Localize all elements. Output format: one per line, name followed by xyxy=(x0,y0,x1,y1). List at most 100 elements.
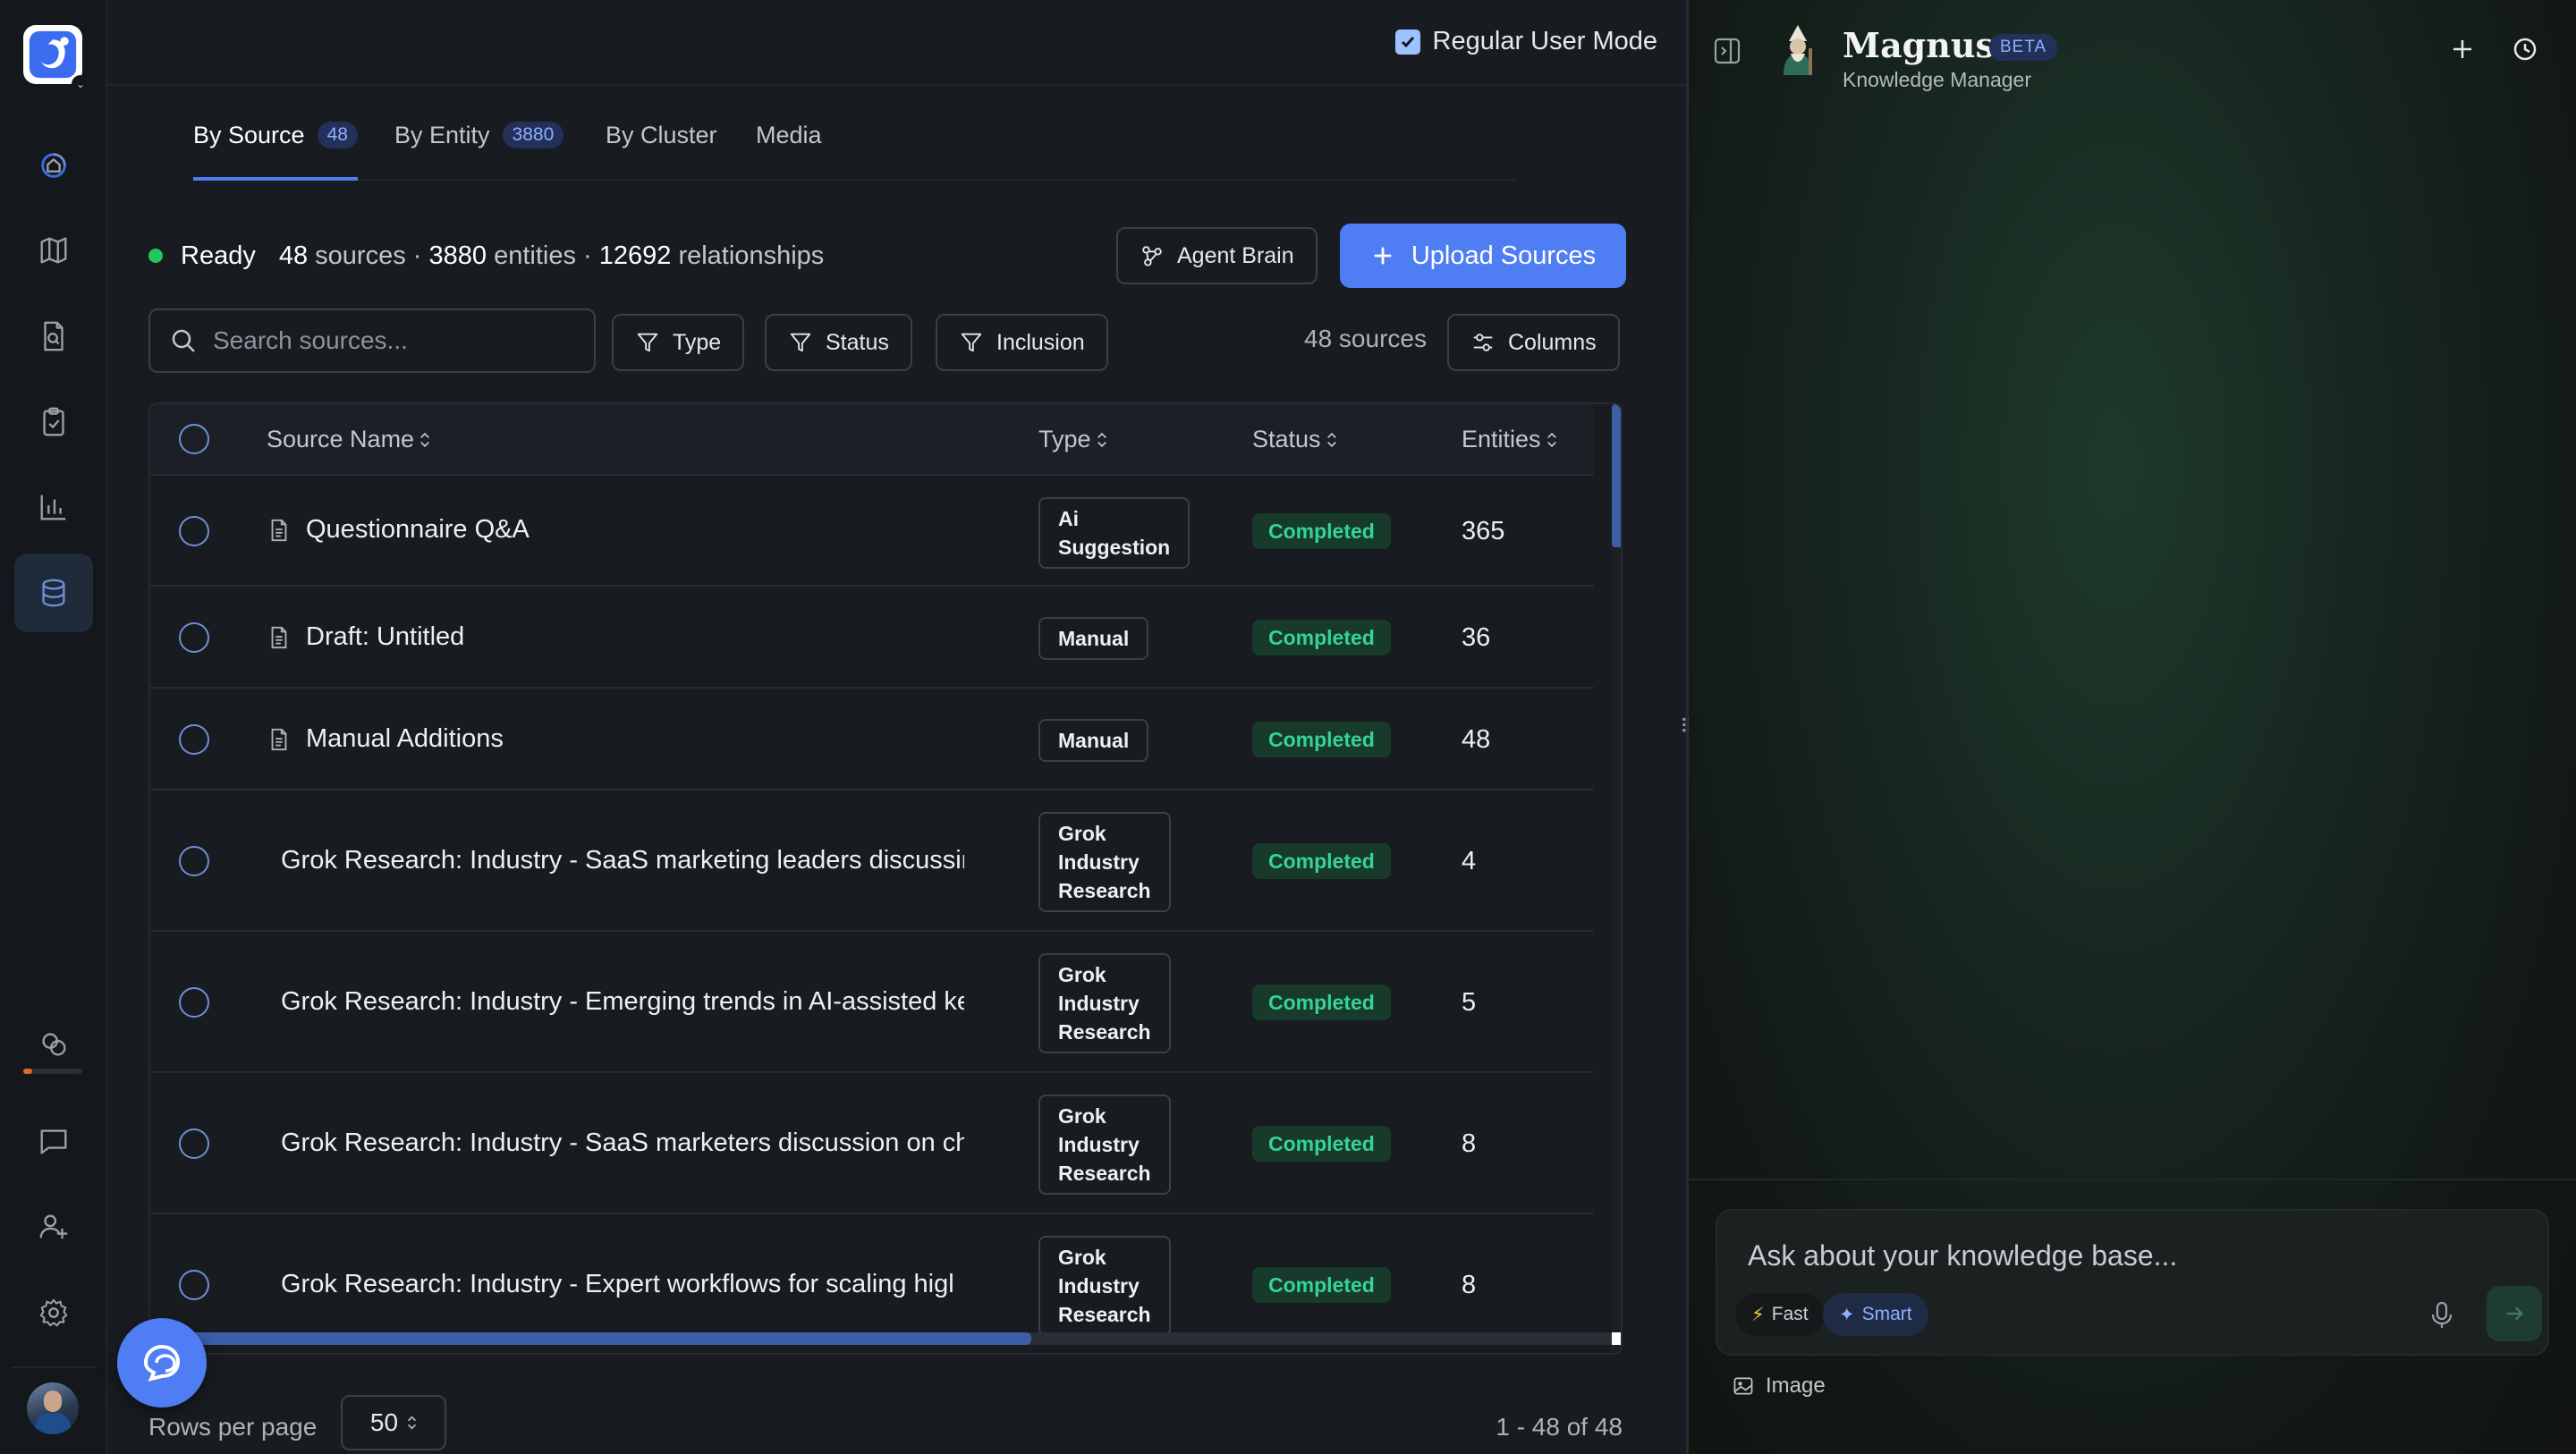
column-status[interactable]: Status xyxy=(1252,426,1337,453)
image-icon xyxy=(1733,1377,1753,1395)
row-select-radio[interactable] xyxy=(179,622,209,653)
database-icon xyxy=(42,579,65,607)
nav-messages[interactable] xyxy=(14,1102,93,1180)
source-name[interactable]: Grok Research: Industry - SaaS marketing… xyxy=(281,846,964,875)
columns-button[interactable]: Columns xyxy=(1447,314,1620,371)
select-all-radio[interactable] xyxy=(179,424,209,454)
nav-invite-user[interactable] xyxy=(14,1188,93,1266)
vertical-scrollbar[interactable] xyxy=(1612,404,1621,1353)
message-icon xyxy=(40,1129,67,1154)
column-label: Status xyxy=(1252,426,1321,452)
left-rail: ⌄ xyxy=(0,0,107,1454)
workspace-chevron-icon[interactable]: ⌄ xyxy=(72,75,89,93)
source-name[interactable]: Grok Research: Industry - Emerging trend… xyxy=(281,987,964,1017)
entity-count: 48 xyxy=(1462,725,1491,754)
type-chip: Manual xyxy=(1038,617,1149,660)
source-name[interactable]: Manual Additions xyxy=(267,724,1107,754)
status-badge: Completed xyxy=(1252,843,1391,879)
inclusion-filter-label: Inclusion xyxy=(996,329,1085,355)
microphone-button[interactable] xyxy=(2426,1298,2458,1331)
table-row[interactable]: Grok Research: Industry - SaaS marketing… xyxy=(150,790,1594,932)
type-chip: Grok Industry Research xyxy=(1038,953,1171,1053)
tab-count-badge: 3880 xyxy=(502,122,564,148)
upload-sources-button[interactable]: Upload Sources xyxy=(1340,224,1626,288)
assistant-panel: Magnus BETA Knowledge Manager Ask about … xyxy=(1689,0,2576,1454)
type-filter-label: Type xyxy=(673,329,722,355)
source-name[interactable]: Draft: Untitled xyxy=(267,622,1107,652)
history-button[interactable] xyxy=(2512,36,2538,67)
column-type[interactable]: Type xyxy=(1038,426,1107,453)
type-chip: Grok Industry Research xyxy=(1038,1095,1171,1195)
search-placeholder: Search sources... xyxy=(213,326,408,354)
entity-count: 8 xyxy=(1462,1129,1477,1158)
nav-map[interactable] xyxy=(14,211,93,290)
checkbox-checked-icon[interactable] xyxy=(1394,29,1420,55)
row-select-radio[interactable] xyxy=(179,1270,209,1300)
row-select-radio[interactable] xyxy=(179,987,209,1018)
column-source-name[interactable]: Source Name xyxy=(267,426,430,453)
user-avatar[interactable] xyxy=(27,1382,79,1434)
source-name[interactable]: Grok Research: Industry - Expert workflo… xyxy=(281,1270,964,1299)
tab-by-source[interactable]: By Source 48 xyxy=(193,122,358,181)
row-select-radio[interactable] xyxy=(179,1129,209,1159)
inclusion-filter-button[interactable]: Inclusion xyxy=(936,314,1108,371)
sources-label: sources · xyxy=(315,241,422,270)
row-select-radio[interactable] xyxy=(179,516,209,546)
assistant-subtitle: Knowledge Manager xyxy=(1843,68,2031,91)
rows-per-page-select[interactable]: 50 xyxy=(341,1395,446,1450)
filter-icon xyxy=(637,333,658,352)
nav-documents[interactable] xyxy=(14,297,93,376)
nav-tasks[interactable] xyxy=(14,383,93,461)
app-logo[interactable] xyxy=(23,25,82,84)
pagination: Rows per page 50 1 - 48 of 48 xyxy=(148,1395,1623,1454)
type-filter-button[interactable]: Type xyxy=(612,314,745,371)
horizontal-scrollbar[interactable] xyxy=(150,1332,1612,1345)
document-icon xyxy=(271,519,287,541)
send-button[interactable] xyxy=(2487,1286,2542,1341)
status-filter-button[interactable]: Status xyxy=(765,314,912,371)
sort-icon xyxy=(1326,432,1336,447)
table-row[interactable]: Questionnaire Q&A Ai Suggestion Complete… xyxy=(150,476,1594,587)
column-entities[interactable]: Entities xyxy=(1462,426,1557,453)
type-chip: Ai Suggestion xyxy=(1038,497,1191,569)
table-row[interactable]: Grok Research: Industry - SaaS marketers… xyxy=(150,1073,1594,1214)
chat-composer[interactable]: Ask about your knowledge base... ⚡ Fast … xyxy=(1716,1209,2549,1356)
entity-count: 5 xyxy=(1462,988,1477,1017)
row-select-radio[interactable] xyxy=(179,724,209,755)
status-badge: Completed xyxy=(1252,985,1391,1020)
relationships-label: relationships xyxy=(678,241,825,270)
nav-knowledge-base[interactable] xyxy=(14,554,93,632)
entity-count: 36 xyxy=(1462,623,1491,652)
new-chat-button[interactable] xyxy=(2449,36,2476,67)
upload-sources-label: Upload Sources xyxy=(1411,241,1597,270)
table-row[interactable]: Draft: Untitled Manual Completed 36 xyxy=(150,587,1594,689)
table-row[interactable]: Manual Additions Manual Completed 48 xyxy=(150,689,1594,790)
support-chat-button[interactable] xyxy=(117,1318,207,1408)
smart-mode-toggle[interactable]: ✦ Smart xyxy=(1823,1293,1928,1336)
network-icon xyxy=(1142,246,1162,266)
smart-label: Smart xyxy=(1861,1304,1912,1324)
row-select-radio[interactable] xyxy=(179,846,209,876)
nav-home[interactable] xyxy=(14,126,93,205)
source-name[interactable]: Questionnaire Q&A xyxy=(267,515,1107,545)
tab-by-cluster[interactable]: By Cluster xyxy=(606,122,717,181)
nav-analytics[interactable] xyxy=(14,468,93,546)
regular-user-mode-toggle[interactable]: Regular User Mode xyxy=(1394,27,1657,56)
chat-input[interactable]: Ask about your knowledge base... xyxy=(1748,1239,2177,1272)
home-icon xyxy=(41,153,66,178)
tab-by-entity[interactable]: By Entity 3880 xyxy=(394,122,564,181)
microphone-icon xyxy=(2431,1301,2453,1328)
search-input[interactable]: Search sources... xyxy=(148,309,596,373)
attach-image-button[interactable]: Image xyxy=(1732,1374,1826,1399)
status-badge: Completed xyxy=(1252,722,1391,757)
column-label: Entities xyxy=(1462,426,1541,452)
collapse-panel-button[interactable] xyxy=(1712,36,1742,71)
source-name[interactable]: Grok Research: Industry - SaaS marketers… xyxy=(281,1129,964,1158)
tab-media[interactable]: Media xyxy=(756,122,822,181)
status-badge: Completed xyxy=(1252,513,1391,549)
table-row[interactable]: Grok Research: Industry - Emerging trend… xyxy=(150,932,1594,1073)
nav-settings[interactable] xyxy=(14,1273,93,1352)
gear-icon xyxy=(39,1298,68,1327)
agent-brain-button[interactable]: Agent Brain xyxy=(1116,227,1318,284)
fast-mode-toggle[interactable]: ⚡ Fast xyxy=(1735,1293,1825,1336)
